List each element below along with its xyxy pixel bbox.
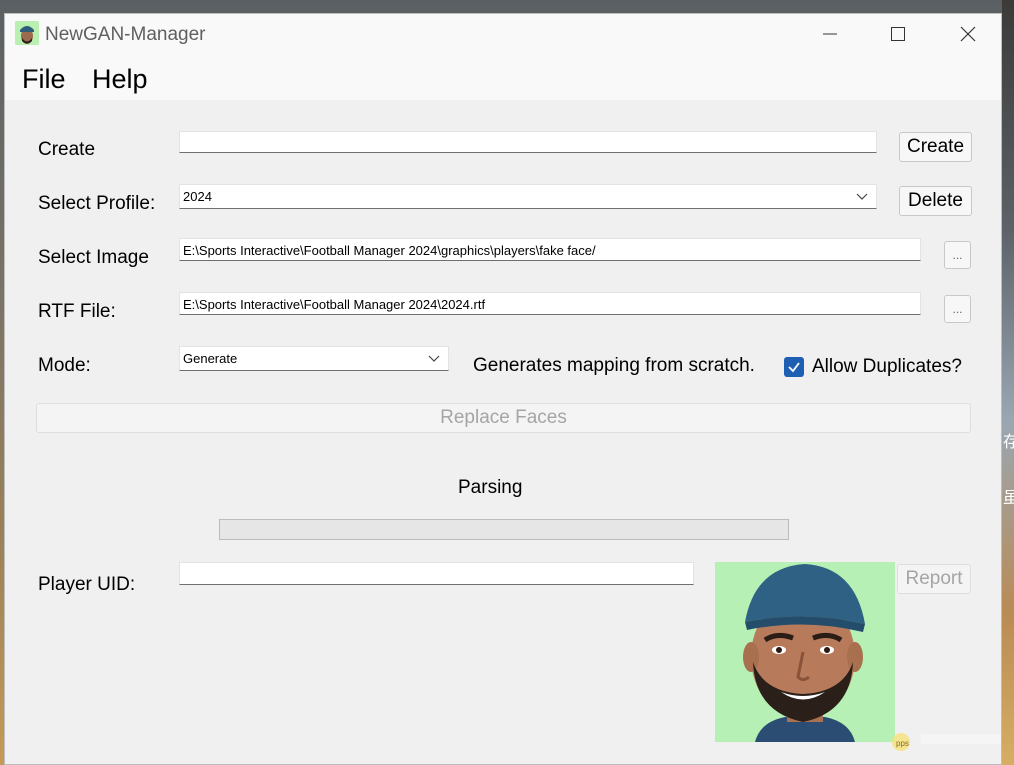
rtf-path-input[interactable]: E:\Sports Interactive\Football Manager 2… (179, 292, 921, 315)
create-label: Create (38, 139, 96, 160)
menu-bar (5, 56, 1001, 100)
player-uid-label: Player UID: (38, 574, 136, 595)
player-face-image (715, 562, 895, 742)
close-button[interactable] (945, 16, 991, 52)
delete-button[interactable]: Delete (899, 186, 972, 216)
player-face-illustration (715, 562, 895, 742)
allow-duplicates-checkbox[interactable] (784, 357, 804, 377)
desktop-glyph: 虽 (1003, 490, 1014, 507)
create-input[interactable] (179, 131, 877, 153)
title-bar: NewGAN-Manager (5, 14, 1001, 56)
browse-image-button[interactable]: ... (944, 241, 971, 269)
watermark-logo: pps (885, 726, 1001, 756)
minimize-icon (823, 33, 837, 35)
progress-bar (219, 519, 789, 540)
app-icon (15, 21, 39, 45)
player-uid-input[interactable] (179, 562, 694, 585)
chevron-down-icon (856, 193, 868, 200)
report-button[interactable]: Report (897, 564, 971, 594)
desktop-background (1002, 0, 1014, 765)
mode-dropdown[interactable]: Generate (179, 346, 449, 371)
mode-selected-value: Generate (183, 351, 238, 366)
app-window: NewGAN-Manager File Help Create Create S… (4, 13, 1002, 765)
chevron-down-icon (428, 355, 440, 362)
window-title: NewGAN-Manager (45, 24, 206, 45)
select-image-label: Select Image (38, 247, 149, 268)
rtf-file-label: RTF File: (38, 301, 116, 322)
status-text: Parsing (458, 477, 523, 498)
mode-label: Mode: (38, 355, 91, 376)
minimize-button[interactable] (807, 16, 853, 52)
profile-dropdown[interactable]: 2024 (179, 184, 877, 209)
mode-description: Generates mapping from scratch. (473, 355, 755, 376)
image-path-input[interactable]: E:\Sports Interactive\Football Manager 2… (179, 238, 921, 261)
replace-faces-button[interactable]: Replace Faces (36, 403, 971, 433)
allow-duplicates-label[interactable]: Allow Duplicates? (812, 356, 962, 378)
svg-text:pps: pps (896, 739, 909, 748)
desktop-glyph: 存 (1003, 434, 1014, 451)
menu-file[interactable]: File (22, 64, 66, 95)
profile-selected-value: 2024 (183, 189, 212, 204)
maximize-button[interactable] (875, 16, 921, 52)
menu-help[interactable]: Help (92, 64, 148, 95)
select-profile-label: Select Profile: (38, 193, 156, 214)
close-icon (960, 26, 976, 42)
maximize-icon (891, 27, 905, 41)
create-button[interactable]: Create (899, 132, 972, 162)
checkmark-icon (788, 362, 800, 373)
browse-rtf-button[interactable]: ... (944, 295, 971, 323)
